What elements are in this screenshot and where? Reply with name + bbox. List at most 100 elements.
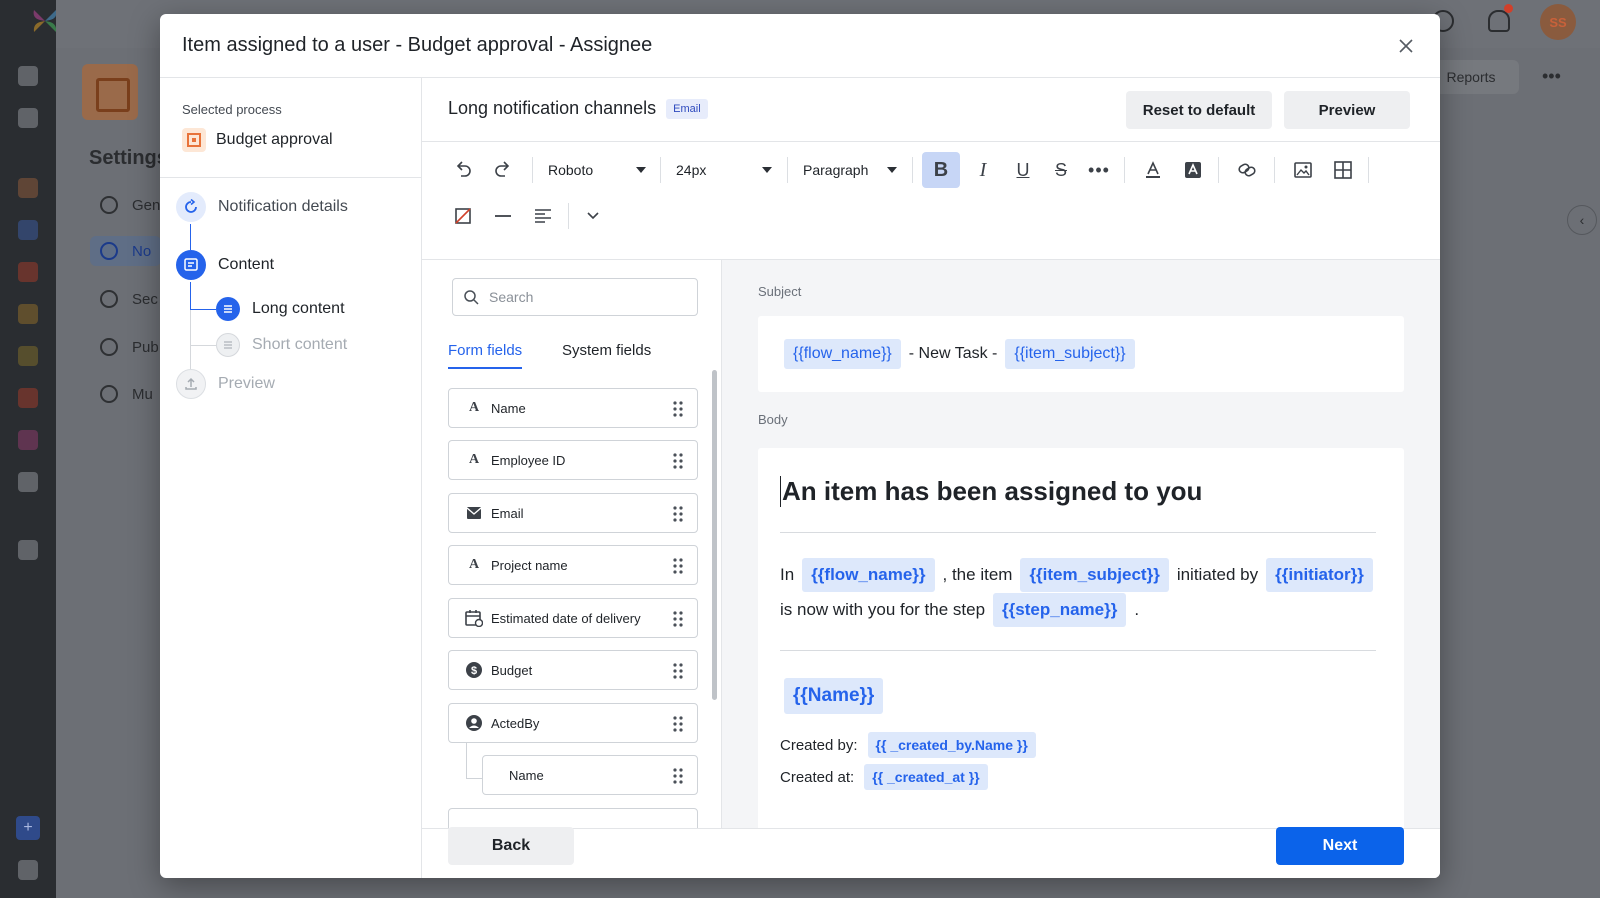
token-item-subject[interactable]: {{item_subject}} [1020,558,1169,592]
chevron-down-icon[interactable] [578,198,608,234]
chevron-down-icon [887,167,897,173]
field-item-project-name[interactable]: A Project name [448,545,698,585]
fields-scrollbar[interactable] [712,370,717,700]
field-item-employee-id[interactable]: A Employee ID [448,440,698,480]
tab-form-fields[interactable]: Form fields [448,342,523,369]
undo-icon[interactable] [448,152,478,188]
step-notification-details[interactable]: Notification details [176,192,348,222]
field-item-budget[interactable]: $ Budget [448,650,698,690]
bg-menu-public[interactable]: Pub [100,338,159,356]
bg-menu-multilingual[interactable]: Mu [100,385,153,403]
body-heading[interactable]: An item has been assigned to you [780,476,1202,507]
field-item-partial[interactable] [448,808,698,828]
toolbar-separator [1124,157,1125,183]
grid-icon[interactable] [18,430,38,450]
step-connector [190,282,191,310]
selected-process-label: Selected process [182,102,282,117]
drag-handle-icon[interactable] [673,558,683,574]
avatar[interactable]: SS [1540,4,1576,40]
drag-handle-icon[interactable] [673,611,683,627]
token-flow-name[interactable]: {{flow_name}} [784,339,901,369]
search-icon [464,290,479,305]
drag-handle-icon[interactable] [673,506,683,522]
more-menu-icon[interactable]: ••• [1542,66,1561,87]
token-item-subject[interactable]: {{item_subject}} [1005,339,1135,369]
add-icon[interactable]: + [16,816,40,840]
drag-handle-icon[interactable] [673,663,683,679]
token-created-at[interactable]: {{ _created_at }} [864,764,988,790]
more-apps-icon[interactable] [18,472,38,492]
process-icon-2[interactable] [18,304,38,324]
font-family-select[interactable]: Roboto [546,152,648,188]
font-size-select[interactable]: 24px [674,152,774,188]
reset-to-default-button[interactable]: Reset to default [1126,91,1272,129]
body-paragraph-line-2[interactable]: is now with you for the step {{step_name… [780,593,1139,627]
process-icon-3[interactable] [18,346,38,366]
bold-icon[interactable]: B [922,152,960,188]
drag-handle-icon[interactable] [673,453,683,469]
strikethrough-icon[interactable]: S [1046,152,1076,188]
step-long-content[interactable]: Long content [216,297,345,321]
created-by-line[interactable]: Created by: {{ _created_by.Name }} [780,732,1036,758]
step-label: Notification details [218,198,348,215]
subject-editor[interactable]: {{flow_name}} - New Task - {{item_subjec… [758,316,1404,392]
field-item-email[interactable]: Email [448,493,698,533]
step-short-content[interactable]: Short content [216,333,347,357]
collapse-icon[interactable]: ‹ [1567,205,1597,235]
body-editor[interactable]: An item has been assigned to you In {{fl… [758,448,1404,828]
step-content[interactable]: Content [176,250,274,280]
notification-dot [1504,4,1513,13]
token-flow-name[interactable]: {{flow_name}} [802,558,935,592]
tasks-icon[interactable] [18,108,38,128]
chart-icon[interactable] [18,540,38,560]
apps-icon[interactable] [18,220,38,240]
search-input[interactable] [489,289,679,305]
field-item-acted-by[interactable]: ActedBy [448,703,698,743]
field-item-estimated-date[interactable]: Estimated date of delivery [448,598,698,638]
underline-icon[interactable]: U [1008,152,1038,188]
drag-handle-icon[interactable] [673,401,683,417]
table-icon[interactable] [1328,152,1358,188]
close-icon[interactable] [1394,34,1418,58]
field-item-acted-by-name[interactable]: Name [482,755,698,795]
back-button[interactable]: Back [448,827,574,865]
body-name-line[interactable]: {{Name}} [784,678,884,714]
field-item-name[interactable]: A Name [448,388,698,428]
next-button[interactable]: Next [1276,827,1404,865]
body-paragraph-line-1[interactable]: In {{flow_name}} , the item {{item_subje… [780,558,1373,592]
highlight-color-icon[interactable] [1178,152,1208,188]
token-initiator[interactable]: {{initiator}} [1266,558,1373,592]
preview-button[interactable]: Preview [1284,91,1410,129]
token-step-name[interactable]: {{step_name}} [993,593,1127,627]
bg-menu-security[interactable]: Sec [100,290,158,308]
more-formatting-icon[interactable]: ••• [1084,152,1114,188]
block-type-select[interactable]: Paragraph [801,152,899,188]
database-icon[interactable] [18,262,38,282]
tab-system-fields[interactable]: System fields [562,342,651,367]
process-icon[interactable] [18,178,38,198]
link-icon[interactable] [1232,152,1262,188]
store-icon[interactable] [18,860,38,880]
token-created-by[interactable]: {{ _created_by.Name }} [867,732,1036,758]
bell-icon[interactable] [1488,10,1510,32]
bg-menu-notifications[interactable]: No [90,236,162,266]
italic-icon[interactable]: I [968,152,998,188]
search-field[interactable] [452,278,698,316]
step-label: Long content [252,300,345,317]
home-icon[interactable] [18,66,38,86]
horizontal-rule-icon[interactable] [488,198,518,234]
database-icon-2[interactable] [18,388,38,408]
clear-format-icon[interactable] [448,198,478,234]
token-name[interactable]: {{Name}} [784,678,884,714]
bg-menu-general[interactable]: Gen [100,196,160,214]
created-at-line[interactable]: Created at: {{ _created_at }} [780,764,988,790]
image-icon[interactable] [1288,152,1318,188]
redo-icon[interactable] [488,152,518,188]
text-color-icon[interactable] [1138,152,1168,188]
channel-title: Long notification channels Email [448,98,708,119]
toolbar-separator [660,157,661,183]
drag-handle-icon[interactable] [673,716,683,732]
drag-handle-icon[interactable] [673,768,683,784]
align-left-icon[interactable] [528,198,558,234]
step-preview[interactable]: Preview [176,369,275,399]
